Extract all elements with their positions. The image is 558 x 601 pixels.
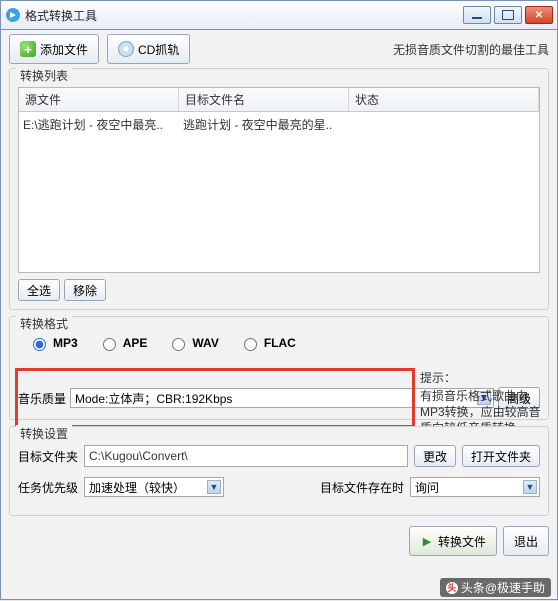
settings-group-title: 转换设置 <box>16 425 72 442</box>
col-target[interactable]: 目标文件名 <box>179 88 349 111</box>
close-button[interactable] <box>525 6 553 24</box>
convert-button[interactable]: 转换文件 <box>409 526 497 556</box>
cell-target: 逃跑计划 - 夜空中最亮的星.. <box>183 116 353 133</box>
radio-wav[interactable]: WAV <box>167 335 218 351</box>
watermark-text: 头条@极速手助 <box>461 579 545 596</box>
hint-title: 提示： <box>420 370 545 386</box>
cd-grab-button[interactable]: CD抓轨 <box>107 34 190 64</box>
convert-list-group: 转换列表 源文件 目标文件名 状态 E:\逃跑计划 - 夜空中最亮.. 逃跑计划… <box>9 68 549 310</box>
window-title: 格式转换工具 <box>25 7 463 24</box>
watermark: 头 头条@极速手助 <box>440 578 551 597</box>
cell-source: E:\逃跑计划 - 夜空中最亮.. <box>23 116 183 133</box>
plus-icon <box>20 41 36 57</box>
radio-ape[interactable]: APE <box>98 335 148 351</box>
convert-list-title: 转换列表 <box>16 67 72 84</box>
cell-status <box>353 116 535 133</box>
chevron-down-icon: ▼ <box>523 480 537 494</box>
play-icon <box>420 534 434 548</box>
chevron-down-icon: ▼ <box>207 480 221 494</box>
cd-icon <box>118 41 134 57</box>
quality-label: 音乐质量 <box>18 390 66 407</box>
priority-value: 加速处理（较快） <box>89 479 185 496</box>
radio-mp3[interactable]: MP3 <box>28 335 78 351</box>
priority-combo[interactable]: 加速处理（较快） ▼ <box>84 477 224 497</box>
exists-combo[interactable]: 询问 ▼ <box>410 477 540 497</box>
remove-button[interactable]: 移除 <box>64 279 106 301</box>
exit-button[interactable]: 退出 <box>503 526 549 556</box>
open-folder-button[interactable]: 打开文件夹 <box>462 445 540 467</box>
add-file-button[interactable]: 添加文件 <box>9 34 99 64</box>
target-folder-input[interactable]: C:\Kugou\Convert\ <box>84 445 408 467</box>
minimize-button[interactable] <box>463 6 491 24</box>
exists-value: 询问 <box>415 479 439 496</box>
maximize-button[interactable] <box>494 6 522 24</box>
lossless-note: 无损音质文件切割的最佳工具 <box>393 41 549 58</box>
file-table: 源文件 目标文件名 状态 E:\逃跑计划 - 夜空中最亮.. 逃跑计划 - 夜空… <box>18 87 540 273</box>
table-row[interactable]: E:\逃跑计划 - 夜空中最亮.. 逃跑计划 - 夜空中最亮的星.. <box>23 116 535 133</box>
col-source[interactable]: 源文件 <box>19 88 179 111</box>
titlebar: 格式转换工具 <box>0 0 558 30</box>
quality-value: Mode:立体声；CBR:192Kbps <box>75 390 232 407</box>
exists-label: 目标文件存在时 <box>320 479 404 496</box>
change-button[interactable]: 更改 <box>414 445 456 467</box>
settings-group: 转换设置 目标文件夹 C:\Kugou\Convert\ 更改 打开文件夹 任务… <box>9 426 549 516</box>
app-icon <box>5 7 21 23</box>
radio-flac[interactable]: FLAC <box>239 335 296 351</box>
col-status[interactable]: 状态 <box>349 88 539 111</box>
select-all-button[interactable]: 全选 <box>18 279 60 301</box>
format-group-title: 转换格式 <box>16 315 72 332</box>
target-folder-label: 目标文件夹 <box>18 448 78 465</box>
watermark-icon: 头 <box>446 582 458 594</box>
cd-grab-label: CD抓轨 <box>138 41 179 58</box>
add-file-label: 添加文件 <box>40 41 88 58</box>
priority-label: 任务优先级 <box>18 479 78 496</box>
